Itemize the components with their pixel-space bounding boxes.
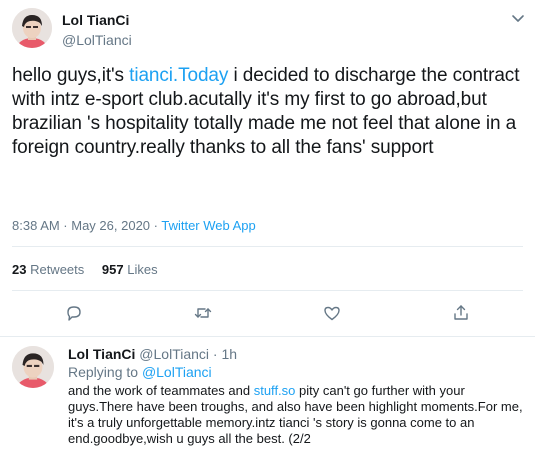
reply-header: Lol TianCi @LolTianci · 1h: [68, 346, 237, 362]
reply-text: and the work of teammates and stuff.so p…: [68, 383, 528, 447]
replying-handle-link[interactable]: @LolTianci: [142, 364, 212, 380]
reply-display-name[interactable]: Lol TianCi: [68, 346, 135, 362]
likes-stat[interactable]: 957 Likes: [102, 262, 158, 277]
likes-label: Likes: [123, 262, 158, 277]
reply-link[interactable]: stuff.so: [254, 383, 296, 398]
share-icon[interactable]: [451, 303, 471, 323]
timestamp[interactable]: 8:38 AM · May 26, 2020 ·: [12, 218, 161, 233]
main-tweet: Lol TianCi @LolTianci hello guys,it's ti…: [0, 0, 535, 336]
user-handle[interactable]: @LolTianci: [62, 32, 132, 48]
reply-text-part: and the work of teammates and: [68, 383, 254, 398]
retweet-icon[interactable]: [193, 303, 213, 323]
display-name[interactable]: Lol TianCi: [62, 12, 129, 28]
engagement-stats: 23 Retweets 957 Likes: [12, 262, 172, 277]
tweet-text-part: hello guys,it's: [12, 65, 130, 86]
source-app-link[interactable]: Twitter Web App: [161, 218, 255, 233]
retweets-count: 23: [12, 262, 27, 277]
retweets-label: Retweets: [26, 262, 85, 277]
divider: [12, 290, 523, 291]
divider: [12, 246, 523, 247]
tweet-meta: 8:38 AM · May 26, 2020 · Twitter Web App: [12, 218, 256, 233]
avatar[interactable]: [12, 8, 52, 48]
tweet-link[interactable]: tianci.Today: [129, 65, 228, 86]
reply-icon[interactable]: [64, 303, 84, 323]
tweet-text: hello guys,it's tianci.Today i decided t…: [12, 64, 527, 160]
likes-count: 957: [101, 262, 124, 277]
replying-to: Replying to @LolTianci: [68, 364, 212, 380]
replying-prefix: Replying to: [68, 364, 142, 380]
chevron-down-icon[interactable]: [510, 10, 526, 26]
tweet-thread: Lol TianCi @LolTianci hello guys,it's ti…: [0, 0, 535, 455]
like-icon[interactable]: [322, 303, 342, 323]
tweet-separator: [0, 336, 535, 337]
retweets-stat[interactable]: 23 Retweets: [12, 262, 84, 277]
reply-avatar[interactable]: [12, 346, 54, 388]
reply-meta[interactable]: @LolTianci · 1h: [135, 346, 237, 362]
